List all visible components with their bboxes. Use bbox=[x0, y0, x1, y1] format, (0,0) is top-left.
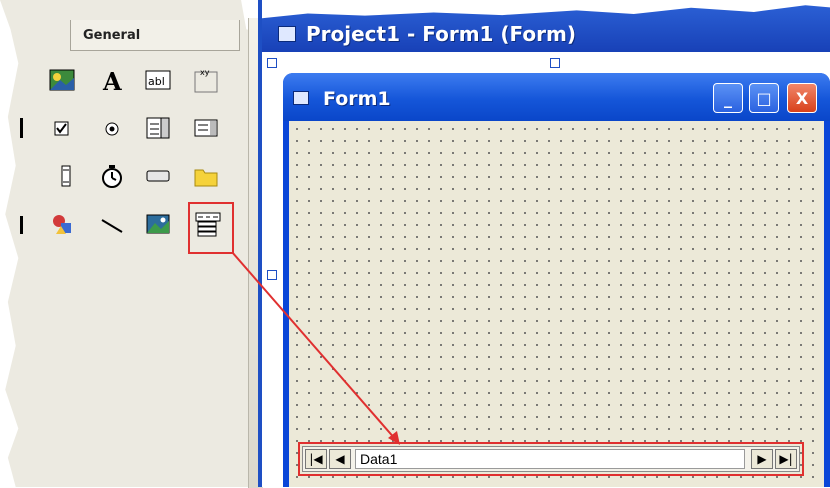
combobox-tool-icon[interactable] bbox=[142, 112, 174, 144]
data-tool-highlight bbox=[188, 202, 234, 254]
resize-handle-top[interactable] bbox=[550, 58, 560, 68]
drivelistbox-tool-icon[interactable] bbox=[142, 160, 174, 192]
shape-tool-icon[interactable] bbox=[46, 208, 78, 240]
listbox-tool-icon[interactable] bbox=[190, 112, 222, 144]
data-control-highlight bbox=[298, 442, 804, 476]
vb-ide-scene: General A abl xy Project1 - Form1 (Form)… bbox=[0, 0, 830, 488]
line-tool-icon[interactable] bbox=[96, 208, 128, 240]
svg-text:A: A bbox=[102, 67, 122, 94]
resize-handle-top-left[interactable] bbox=[267, 58, 277, 68]
scrollbar-tool-icon[interactable] bbox=[50, 160, 82, 192]
image-tool-icon[interactable] bbox=[142, 208, 174, 240]
minimize-icon: _ bbox=[724, 88, 732, 108]
project-titlebar[interactable]: Project1 - Form1 (Form) bbox=[262, 5, 830, 52]
label-tool-icon[interactable]: A bbox=[96, 64, 128, 96]
maximize-button[interactable]: □ bbox=[749, 83, 779, 113]
commandbutton-tool-icon[interactable] bbox=[8, 112, 40, 144]
filelistbox-tool-icon[interactable] bbox=[8, 208, 40, 240]
optionbutton-tool-icon[interactable] bbox=[96, 112, 128, 144]
close-button[interactable]: X bbox=[787, 83, 817, 113]
form-window-icon bbox=[278, 26, 296, 42]
svg-text:abl: abl bbox=[148, 75, 165, 88]
picturebox-tool-icon[interactable] bbox=[46, 64, 78, 96]
svg-text:xy: xy bbox=[200, 68, 210, 77]
form1-titlebar[interactable]: Form1 _ □ X bbox=[283, 73, 830, 121]
resize-handle-left[interactable] bbox=[267, 270, 277, 280]
timer-tool-icon[interactable] bbox=[96, 160, 128, 192]
textbox-tool-icon[interactable]: abl bbox=[142, 64, 174, 96]
form1-design-grid[interactable] bbox=[289, 121, 824, 487]
close-icon: X bbox=[795, 88, 809, 108]
toolbox-tab-general[interactable]: General bbox=[70, 20, 240, 51]
form1-title: Form1 bbox=[323, 88, 391, 110]
frame-tool-icon[interactable]: xy bbox=[190, 64, 222, 96]
checkbox-tool-icon[interactable] bbox=[46, 112, 78, 144]
form1-window: Form1 _ □ X bbox=[283, 73, 830, 487]
form1-icon bbox=[293, 91, 309, 105]
minimize-button[interactable]: _ bbox=[713, 83, 743, 113]
maximize-icon: □ bbox=[756, 88, 772, 108]
toolbox-tab-label: General bbox=[83, 28, 141, 43]
project-title: Project1 - Form1 (Form) bbox=[306, 22, 576, 46]
dirlistbox-tool-icon[interactable] bbox=[190, 160, 222, 192]
